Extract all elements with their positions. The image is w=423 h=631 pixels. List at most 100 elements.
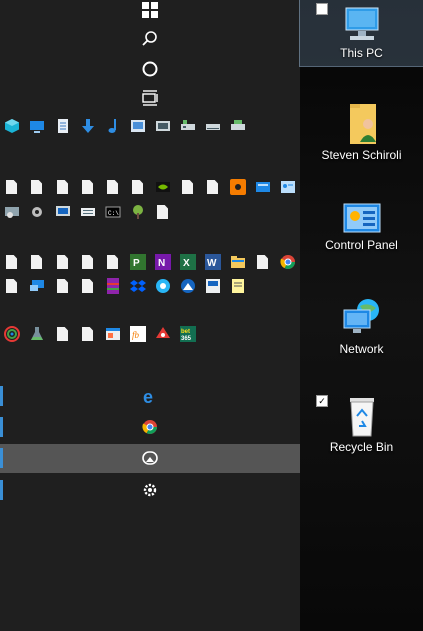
colorful-pinwheel-icon[interactable] [4, 326, 20, 342]
app-row-settings[interactable] [0, 476, 300, 504]
q-app-icon[interactable] [155, 278, 171, 294]
blank-file-icon[interactable] [57, 180, 68, 194]
app-row-photos[interactable] [0, 444, 300, 473]
desktop-icon-label: Network [339, 342, 384, 356]
winrar-icon[interactable] [105, 278, 121, 294]
svg-text:e: e [143, 387, 153, 405]
task-view-button[interactable] [140, 88, 160, 108]
desktop-icon-network[interactable]: Network [300, 296, 423, 357]
blank-file-icon[interactable] [6, 180, 17, 194]
excel-icon[interactable]: X [180, 254, 196, 270]
desktop-monitor-icon[interactable] [29, 118, 45, 134]
blank-file-icon[interactable] [82, 180, 93, 194]
bet365-icon[interactable]: bet 365 [180, 326, 196, 342]
blank-file-icon[interactable] [57, 327, 68, 341]
onenote-icon[interactable]: N [155, 254, 171, 270]
blank-file-icon[interactable] [207, 180, 218, 194]
word-icon[interactable]: W [205, 254, 221, 270]
windows-logo-icon [142, 2, 158, 18]
search-button[interactable] [140, 29, 160, 49]
selection-checkbox[interactable] [316, 3, 328, 15]
gear-settings-icon[interactable] [29, 204, 45, 220]
desktop-icon-label: This PC [340, 46, 383, 60]
blank-file-icon[interactable] [31, 180, 42, 194]
running-indicator [0, 448, 3, 468]
blank-file-icon[interactable] [31, 255, 42, 269]
blank-file-icon[interactable] [157, 205, 168, 219]
windows-start-button[interactable] [140, 0, 160, 20]
system-monitor-icon[interactable] [55, 204, 71, 220]
blank-file-icon[interactable] [57, 279, 68, 293]
cortana-circle-icon [142, 61, 158, 77]
photos-icon [140, 448, 160, 468]
blank-file-icon[interactable] [57, 255, 68, 269]
blank-file-icon[interactable] [82, 279, 93, 293]
folder-icon[interactable] [230, 254, 246, 270]
project-icon[interactable]: P [130, 254, 146, 270]
svg-text:365: 365 [181, 336, 192, 342]
command-prompt-icon[interactable]: C:\ [105, 204, 121, 220]
svg-text:N: N [158, 258, 165, 269]
tree-app-icon[interactable] [130, 204, 146, 220]
search-icon [142, 31, 157, 46]
blank-file-icon[interactable] [132, 180, 143, 194]
chrome-icon [140, 417, 160, 437]
control-panel-icon [340, 202, 384, 238]
blank-file-icon[interactable] [82, 255, 93, 269]
window-app-icon[interactable] [105, 326, 121, 342]
start-menu: C:\ P N X W fb bet 365 e [0, 0, 300, 631]
blank-file-icon[interactable] [182, 180, 193, 194]
user-folder-icon [340, 100, 384, 148]
desktop-icon-label: Recycle Bin [329, 440, 394, 454]
music-note-icon[interactable] [105, 118, 121, 134]
desktop-icon-this-pc[interactable]: This PC [299, 0, 423, 67]
network-drive-2-icon[interactable] [230, 118, 246, 134]
svg-text:bet: bet [181, 329, 190, 335]
blank-file-icon[interactable] [107, 180, 118, 194]
svg-text:P: P [133, 258, 140, 269]
video-icon[interactable] [155, 118, 171, 134]
keyboard-icon[interactable] [80, 204, 96, 220]
cortana-button[interactable] [140, 59, 160, 79]
notepad-icon[interactable] [230, 278, 246, 294]
svg-text:fb: fb [132, 330, 140, 340]
svg-text:W: W [207, 258, 217, 269]
flask-icon[interactable] [29, 326, 45, 342]
mountain-app-icon[interactable] [180, 278, 196, 294]
desktop-icon-control-panel[interactable]: Control Panel [300, 202, 423, 253]
selection-checkbox[interactable]: ✓ [316, 395, 328, 407]
network-drive-icon[interactable] [180, 118, 196, 134]
red-card-app-icon[interactable] [155, 326, 171, 342]
desktop-icon-recycle-bin[interactable]: ✓ Recycle Bin [300, 392, 423, 455]
fb-app-icon[interactable]: fb [130, 326, 146, 342]
blank-file-icon[interactable] [6, 279, 17, 293]
blank-file-icon[interactable] [257, 255, 268, 269]
file-manager-icon[interactable] [205, 278, 221, 294]
chrome-icon[interactable] [280, 254, 296, 270]
display-settings-icon[interactable] [255, 179, 271, 195]
running-indicator [0, 480, 3, 500]
screen-tool-icon[interactable] [4, 204, 20, 220]
desktop-icon-label: Control Panel [325, 238, 398, 252]
remote-desktop-icon[interactable] [29, 278, 45, 294]
blank-file-icon[interactable] [107, 255, 118, 269]
downloads-arrow-icon[interactable] [80, 118, 96, 134]
blank-file-icon[interactable] [82, 327, 93, 341]
this-pc-icon [340, 4, 384, 46]
orange-settings-app-icon[interactable] [230, 179, 246, 195]
blank-file-icon[interactable] [6, 255, 17, 269]
3d-cube-app-icon[interactable] [4, 118, 20, 134]
edge-icon: e [140, 386, 160, 406]
pictures-icon[interactable] [130, 118, 146, 134]
app-row-edge[interactable]: e [0, 382, 300, 410]
network-icon [340, 296, 384, 342]
contact-card-icon[interactable] [280, 179, 296, 195]
dropbox-icon[interactable] [130, 278, 146, 294]
gear-icon [140, 480, 160, 500]
nvidia-icon[interactable] [155, 179, 171, 195]
desktop-icon-user-folder[interactable]: Steven Schiroli [300, 100, 423, 163]
documents-icon[interactable] [55, 118, 71, 134]
app-row-chrome[interactable] [0, 413, 300, 441]
running-indicator [0, 386, 3, 406]
drive-icon[interactable] [205, 118, 221, 134]
